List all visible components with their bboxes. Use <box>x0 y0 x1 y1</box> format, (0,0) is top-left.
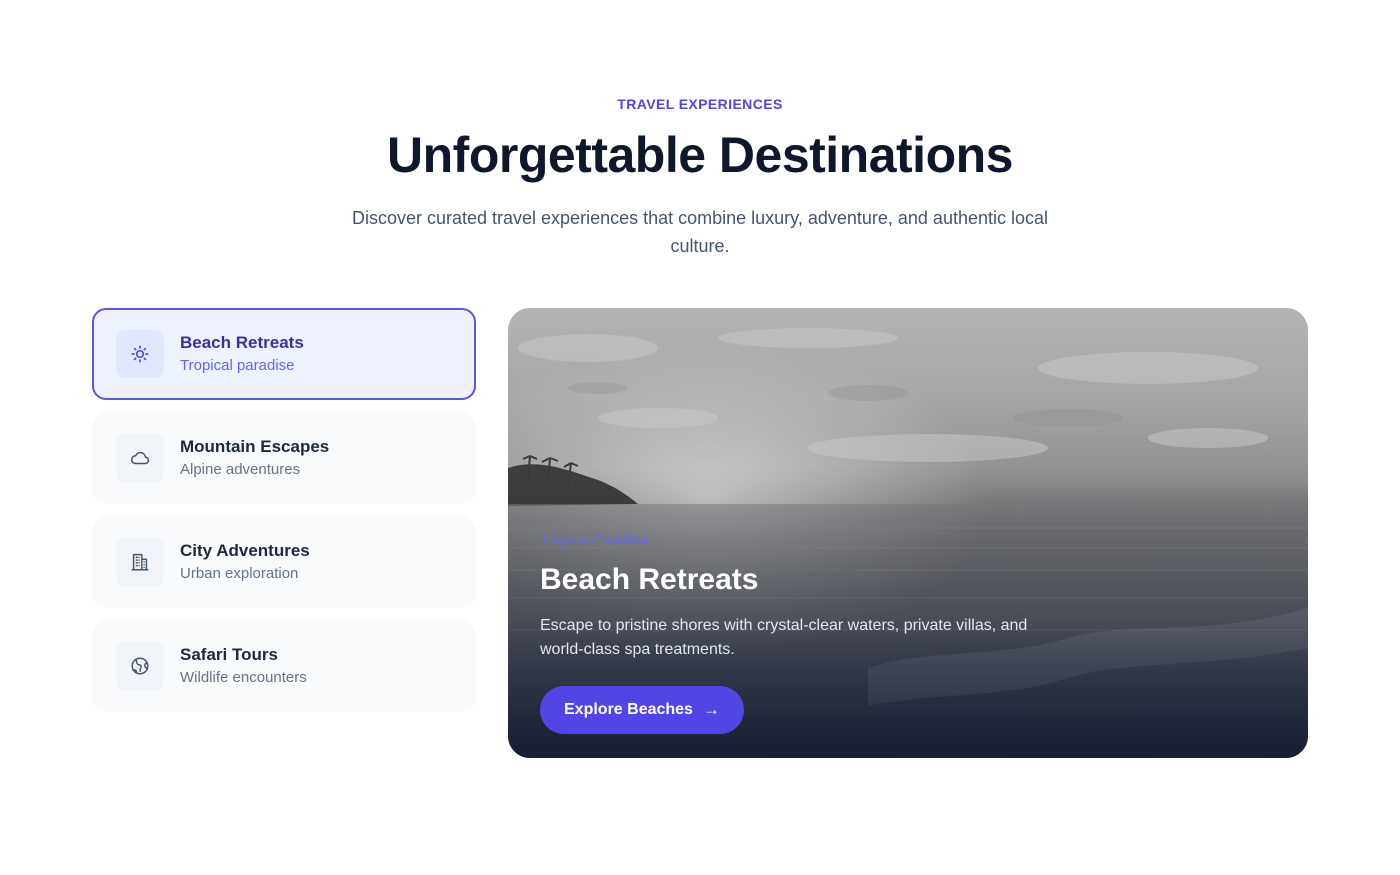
arrow-right-icon: → <box>702 700 720 719</box>
tab-text: Mountain Escapes Alpine adventures <box>180 436 329 480</box>
tab-subtitle: Wildlife encounters <box>180 669 307 686</box>
tab-subtitle: Urban exploration <box>180 565 299 582</box>
tab-text: Safari Tours Wildlife encounters <box>180 644 307 688</box>
cloud-icon <box>116 434 164 482</box>
globe-icon <box>116 642 164 690</box>
destination-tabs: Beach Retreats Tropical paradise Mountai… <box>92 308 476 724</box>
tab-title: Beach Retreats <box>180 333 304 352</box>
tab-text: Beach Retreats Tropical paradise <box>180 332 304 376</box>
tab-subtitle: Tropical paradise <box>180 357 295 374</box>
tab-title: Mountain Escapes <box>180 437 330 456</box>
page-subtitle: Discover curated travel experiences that… <box>351 208 1049 256</box>
tab-beach-retreats[interactable]: Beach Retreats Tropical paradise <box>92 308 476 400</box>
tab-safari-tours[interactable]: Safari Tours Wildlife encounters <box>92 620 476 712</box>
tab-text: City Adventures Urban exploration <box>180 540 310 584</box>
cta-label: Explore Beaches <box>564 701 693 718</box>
tab-title: City Adventures <box>180 541 310 560</box>
page: TRAVEL EXPERIENCES Unforgettable Destina… <box>0 0 1400 875</box>
tab-title: Safari Tours <box>180 645 278 664</box>
feature-content: Tropical Paradise Beach Retreats Escape … <box>540 530 1060 734</box>
feature-title: Beach Retreats <box>540 563 759 596</box>
tab-subtitle: Alpine adventures <box>180 461 301 478</box>
explore-beaches-button[interactable]: Explore Beaches → <box>540 686 744 734</box>
feature-description: Escape to pristine shores with crystal-c… <box>540 617 1028 658</box>
feature-eyebrow: Tropical Paradise <box>540 531 649 547</box>
feature-card: Tropical Paradise Beach Retreats Escape … <box>508 308 1308 758</box>
tab-mountain-escapes[interactable]: Mountain Escapes Alpine adventures <box>92 412 476 504</box>
page-title: Unforgettable Destinations <box>387 127 1013 183</box>
section-eyebrow: TRAVEL EXPERIENCES <box>617 96 783 112</box>
sun-icon <box>116 330 164 378</box>
building-icon <box>116 538 164 586</box>
tab-city-adventures[interactable]: City Adventures Urban exploration <box>92 516 476 608</box>
